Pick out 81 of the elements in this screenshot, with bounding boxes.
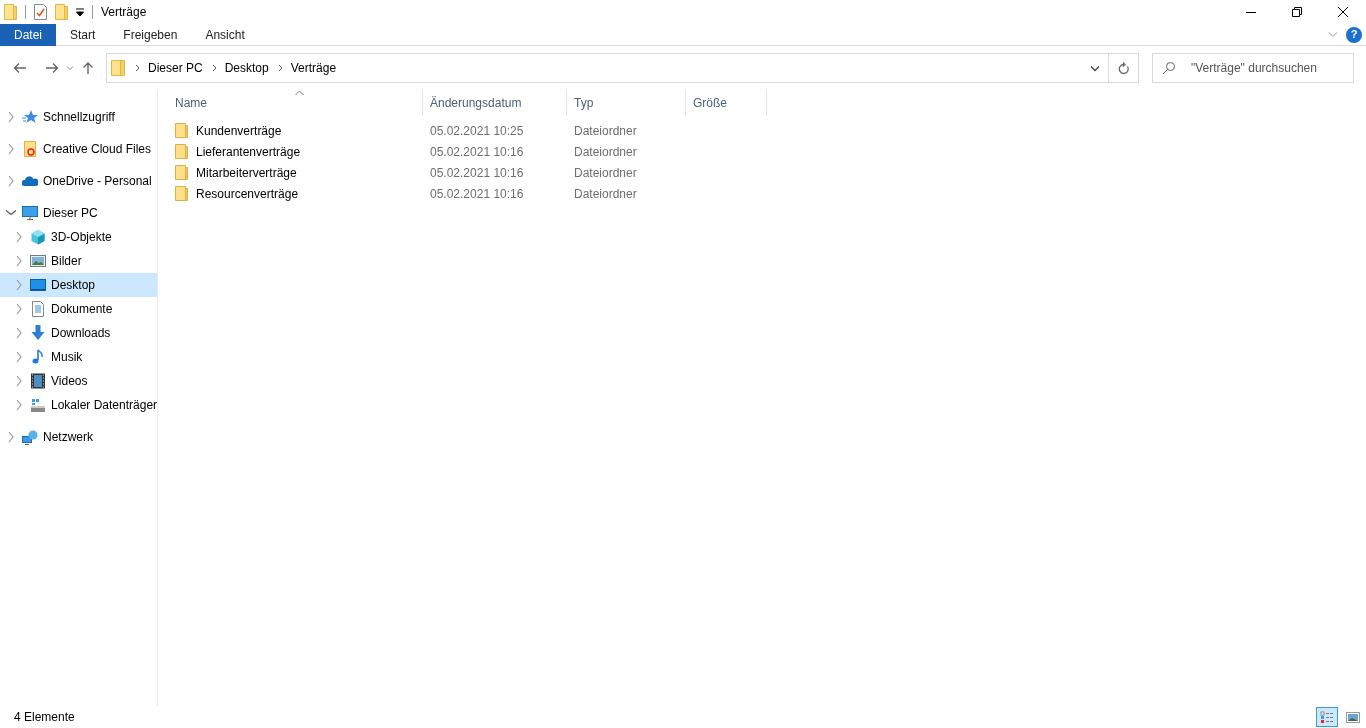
item-count: 4 Elemente	[14, 709, 75, 726]
file-name[interactable]: Resourcenverträge	[196, 184, 299, 203]
help-button[interactable]: ?	[1346, 26, 1362, 43]
column-header[interactable]: Name	[168, 90, 423, 116]
sidebar-item[interactable]: Musik	[0, 345, 157, 369]
file-tab[interactable]: Datei	[0, 23, 56, 46]
search-icon	[1162, 61, 1176, 75]
folder-icon	[22, 141, 38, 157]
back-arrow-icon	[13, 62, 27, 74]
type-cell-text: Dateiordner	[573, 164, 638, 182]
film-icon	[30, 373, 46, 389]
download-arrow-icon	[30, 325, 46, 341]
folder-icon	[175, 123, 188, 138]
column-header[interactable]: Änderungsdatum	[423, 90, 567, 116]
sidebar-item[interactable]: Videos	[0, 369, 157, 393]
sidebar-item[interactable]: Schnellzugriff	[0, 105, 157, 129]
chevron-icon[interactable]	[277, 64, 284, 72]
sidebar-item[interactable]: Desktop	[0, 273, 157, 297]
column-header[interactable]: Größe	[686, 90, 767, 116]
ribbon-tab[interactable]: Ansicht	[191, 23, 259, 46]
sidebar-item[interactable]: Dieser PC	[0, 201, 157, 225]
refresh-icon	[1117, 61, 1130, 75]
breadcrumb[interactable]: Verträge	[287, 59, 340, 77]
address-bar[interactable]: Dieser PC Desktop Verträge	[106, 53, 1109, 83]
date-cell-text: 05.02.2021 10:16	[429, 164, 525, 182]
up-arrow-icon	[82, 61, 94, 75]
details-view-icon	[1319, 709, 1335, 725]
breadcrumb[interactable]: Dieser PC	[145, 59, 206, 77]
folder-icon	[111, 60, 125, 76]
large-icons-view-icon	[1345, 709, 1361, 725]
folder-icon	[175, 165, 188, 180]
chevron-down-icon	[66, 65, 74, 71]
monitor-icon	[22, 205, 38, 221]
ribbon-tab[interactable]: Start	[56, 23, 110, 46]
folder-icon	[175, 186, 188, 201]
properties-icon[interactable]	[34, 4, 47, 20]
sidebar-item[interactable]: Lokaler Datenträger	[0, 393, 157, 417]
details-view-button[interactable]	[1316, 707, 1338, 727]
restore-icon	[1292, 7, 1302, 17]
type-cell-text: Dateiordner	[573, 122, 638, 140]
sidebar-item[interactable]: Netzwerk	[0, 425, 157, 449]
date-cell-text: 05.02.2021 10:16	[429, 185, 525, 203]
music-note-icon	[30, 349, 46, 365]
sidebar-item[interactable]: 3D-Objekte	[0, 225, 157, 249]
star-icon	[22, 109, 38, 125]
breadcrumb[interactable]: Desktop	[221, 59, 272, 77]
picture-icon	[30, 253, 46, 269]
desktop-icon	[30, 277, 46, 293]
chevron-icon[interactable]	[211, 64, 218, 72]
chevron-icon[interactable]	[135, 64, 141, 72]
sidebar-item[interactable]: OneDrive - Personal	[0, 169, 157, 193]
window-title: Verträge	[101, 4, 147, 21]
file-name[interactable]: Mitarbeiterverträge	[196, 163, 297, 182]
date-cell-text: 05.02.2021 10:16	[429, 143, 525, 161]
ribbon-tab[interactable]: Freigeben	[109, 23, 192, 46]
sidebar-item[interactable]: Bilder	[0, 249, 157, 273]
sidebar-item[interactable]: Creative Cloud Files	[0, 137, 157, 161]
file-name[interactable]: Lieferantenverträge	[196, 142, 301, 161]
customize-dropdown-icon[interactable]	[76, 8, 84, 16]
type-cell-text: Dateiordner	[573, 185, 638, 203]
dropdown-icon[interactable]	[1090, 64, 1100, 72]
forward-arrow-icon	[45, 62, 59, 74]
document-icon	[30, 301, 46, 317]
folder-icon	[175, 144, 188, 159]
collapse-ribbon-icon[interactable]	[1328, 31, 1338, 38]
network-icon	[22, 429, 38, 445]
folder-icon	[4, 4, 17, 20]
close-icon	[1338, 7, 1348, 17]
drive-icon	[30, 397, 46, 413]
sidebar-item[interactable]: Downloads	[0, 321, 157, 345]
new-folder-icon[interactable]	[55, 4, 68, 20]
column-header[interactable]: Typ	[567, 90, 686, 116]
refresh-button[interactable]	[1109, 53, 1139, 83]
file-name[interactable]: Kundenverträge	[196, 121, 282, 140]
cloud-icon	[22, 173, 38, 189]
sort-ascending-icon	[295, 90, 304, 96]
sidebar-item[interactable]: Dokumente	[0, 297, 157, 321]
search-field[interactable]: "Verträge" durchsuchen	[1152, 53, 1354, 83]
type-cell-text: Dateiordner	[573, 143, 638, 161]
date-cell-text: 05.02.2021 10:25	[429, 122, 525, 140]
cube-icon	[30, 229, 46, 245]
